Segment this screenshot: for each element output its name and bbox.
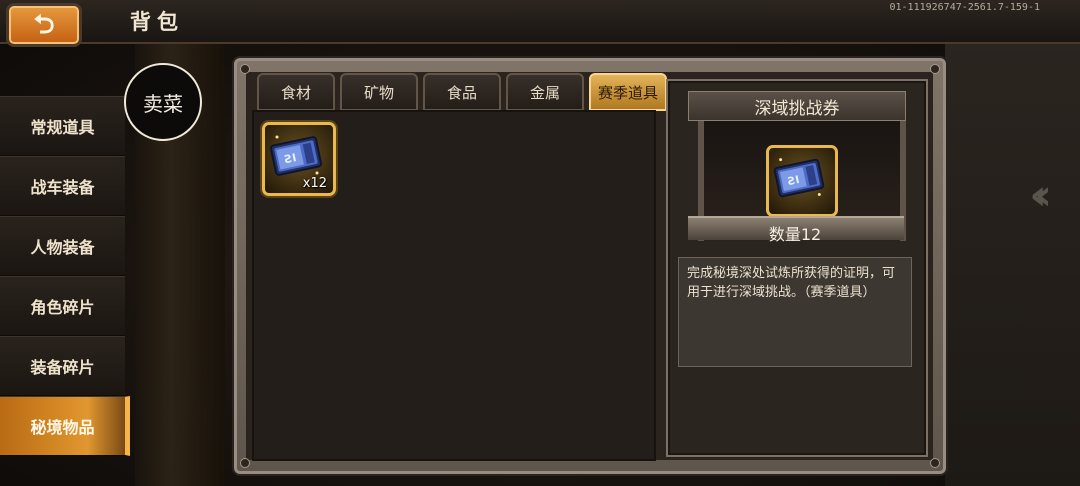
tab-label: 赛季道具 [597, 83, 658, 102]
tab-season-items[interactable]: 赛季道具 [589, 73, 667, 111]
build-info: 01-111926747-2561.7-159-1 [889, 2, 1040, 13]
ticket-icon: ƧI [773, 158, 825, 198]
sidebar-item-character-shards[interactable]: 角色碎片 [0, 276, 125, 336]
sidebar-item-secret-realm-items[interactable]: 秘境物品 [0, 396, 130, 456]
page-title: 背包 [130, 10, 184, 34]
tab-food[interactable]: 食品 [423, 73, 501, 111]
back-button[interactable]: ⮌ [6, 3, 82, 47]
bolt-icon [930, 458, 940, 468]
bolt-icon [930, 64, 940, 74]
sell-button[interactable]: 卖菜 [124, 63, 202, 141]
tab-label: 金属 [529, 83, 560, 102]
tab-label: 矿物 [363, 83, 394, 102]
tab-metals[interactable]: 金属 [506, 73, 584, 111]
item-description: 完成秘境深处试炼所获得的证明，可用于进行深域挑战。（赛季道具） [678, 257, 912, 367]
item-name: 深域挑战券 [688, 91, 906, 121]
sidebar-item-character-equipment[interactable]: 人物装备 [0, 216, 125, 276]
chevron-left-decor-icon: ‹‹ [1029, 170, 1051, 219]
category-sidebar: 常规道具 战车装备 人物装备 角色碎片 装备碎片 秘境物品 [0, 96, 130, 456]
sidebar-item-vehicle-equipment[interactable]: 战车装备 [0, 156, 125, 216]
item-slot[interactable]: ƧI x12 [262, 122, 336, 196]
item-preview-slot: ƧI [766, 145, 838, 217]
sidebar-item-label: 秘境物品 [30, 418, 95, 437]
tab-label: 食品 [446, 83, 477, 102]
item-detail-panel: 深域挑战券 ƧI 数量12 完成秘境深处试炼所获得的证明，可用于进行深域挑战。（… [666, 79, 928, 457]
item-grid: ƧI x12 [252, 110, 656, 461]
sidebar-item-label: 角色碎片 [30, 298, 95, 317]
bolt-icon [240, 458, 250, 468]
background-door-panel [945, 40, 1080, 486]
sidebar-item-label: 装备碎片 [30, 358, 95, 377]
sidebar-item-equipment-shards[interactable]: 装备碎片 [0, 336, 125, 396]
sidebar-item-label: 战车装备 [30, 178, 95, 197]
item-tabs: 食材 矿物 食品 金属 赛季道具 [257, 73, 667, 111]
sidebar-item-regular-items[interactable]: 常规道具 [0, 96, 125, 156]
item-count: 数量12 [768, 225, 822, 244]
bolt-icon [240, 64, 250, 74]
tab-label: 食材 [280, 83, 311, 102]
sell-button-label: 卖菜 [143, 91, 183, 116]
sidebar-item-label: 常规道具 [30, 118, 95, 137]
back-arrow-icon: ⮌ [33, 10, 55, 40]
sidebar-item-label: 人物装备 [30, 238, 95, 257]
item-quantity: x12 [302, 176, 327, 191]
tab-ingredients[interactable]: 食材 [257, 73, 335, 111]
top-bar: ⮌ 背包 01-111926747-2561.7-159-1 [0, 0, 1080, 47]
tab-minerals[interactable]: 矿物 [340, 73, 418, 111]
